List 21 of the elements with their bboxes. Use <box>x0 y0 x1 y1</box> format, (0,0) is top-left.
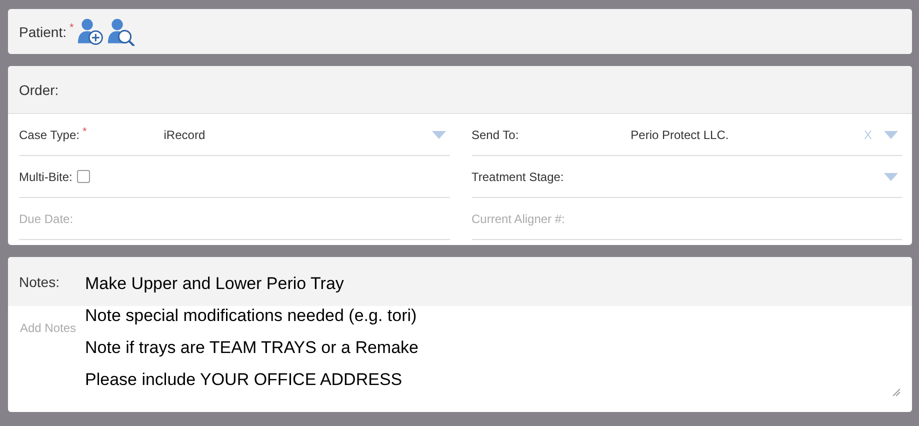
resize-grip-icon[interactable] <box>892 388 900 396</box>
required-mark: * <box>82 126 87 138</box>
select-value[interactable]: iRecord <box>164 128 206 142</box>
notes-label: Notes: <box>19 274 60 290</box>
field-label: Current Aligner #: <box>472 212 565 226</box>
dropdown-arrow-icon[interactable] <box>884 130 898 138</box>
patient-label: Patient: <box>19 24 66 40</box>
field-label: Case Type: <box>19 128 80 142</box>
field-label: Due Date: <box>19 212 74 226</box>
field-label: Treatment Stage: <box>472 170 564 184</box>
search-person-icon[interactable] <box>106 18 135 46</box>
select-value[interactable]: Perio Protect LLC. <box>630 128 729 142</box>
checkbox[interactable] <box>77 170 90 183</box>
dropdown-arrow-icon[interactable] <box>884 172 898 180</box>
order-title: Order: <box>19 82 59 98</box>
field-label: Send To: <box>472 128 519 142</box>
field-label: Multi-Bite: <box>19 170 72 184</box>
notes-text[interactable]: Make Upper and Lower Perio Tray Note special modifications needed (e.g. tori) Note if trays are TEAM TRAYS or a Remake Please include YOUR OFFICE ADDRESS <box>85 272 419 400</box>
required-mark: * <box>69 22 74 34</box>
dropdown-arrow-icon[interactable] <box>432 130 446 138</box>
add-person-icon[interactable] <box>76 18 105 46</box>
